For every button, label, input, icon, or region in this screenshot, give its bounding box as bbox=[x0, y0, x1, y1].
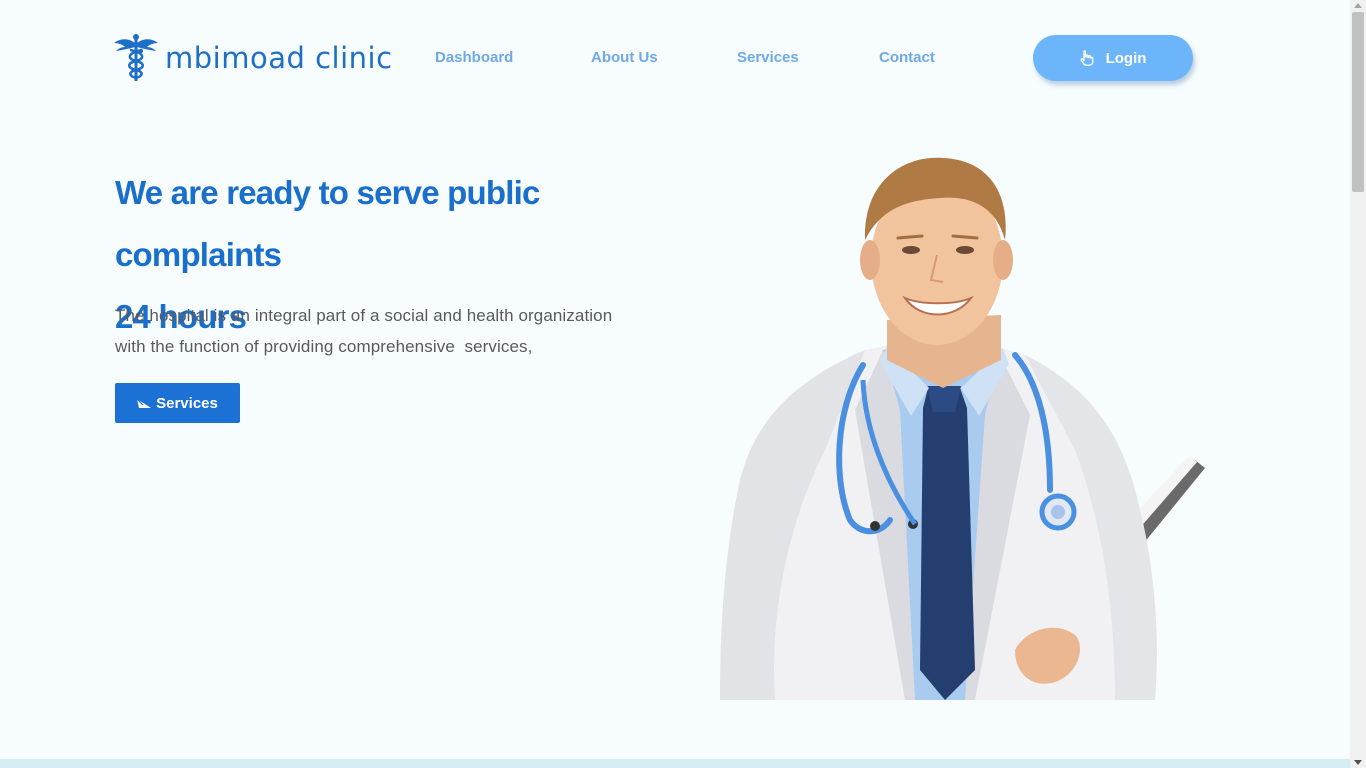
hero-services-button[interactable]: Services bbox=[115, 383, 240, 423]
scroll-down-icon[interactable] bbox=[1354, 760, 1362, 765]
nav-link-about-us[interactable]: About Us bbox=[591, 49, 658, 66]
page: mbimoad clinic Dashboard About Us Servic… bbox=[0, 0, 1350, 768]
hero-title-line1: We are ready to serve public complaints bbox=[115, 174, 540, 273]
vertical-scrollbar[interactable] bbox=[1350, 0, 1366, 768]
login-button[interactable]: Login bbox=[1033, 35, 1193, 81]
scrollbar-thumb[interactable] bbox=[1352, 12, 1364, 192]
scroll-up-icon[interactable] bbox=[1354, 3, 1362, 8]
paper-plane-icon bbox=[137, 398, 152, 408]
brand-logo[interactable]: mbimoad clinic bbox=[113, 33, 393, 83]
bottom-section-edge bbox=[0, 759, 1350, 768]
hero-description-line2: with the function of providing comprehen… bbox=[115, 337, 533, 356]
caduceus-icon bbox=[114, 34, 158, 81]
nav-link-contact[interactable]: Contact bbox=[879, 49, 935, 66]
hero-description-line1: The hospital is an integral part of a so… bbox=[115, 306, 613, 325]
hero-description: The hospital is an integral part of a so… bbox=[115, 300, 675, 362]
doctor-photo bbox=[720, 157, 1205, 700]
nav-link-dashboard[interactable]: Dashboard bbox=[435, 49, 513, 66]
nav-link-services[interactable]: Services bbox=[737, 49, 799, 66]
brand-name: mbimoad clinic bbox=[165, 41, 393, 75]
login-label: Login bbox=[1105, 49, 1147, 67]
pointer-hand-icon bbox=[1080, 50, 1094, 66]
hero-services-label: Services bbox=[156, 394, 218, 412]
